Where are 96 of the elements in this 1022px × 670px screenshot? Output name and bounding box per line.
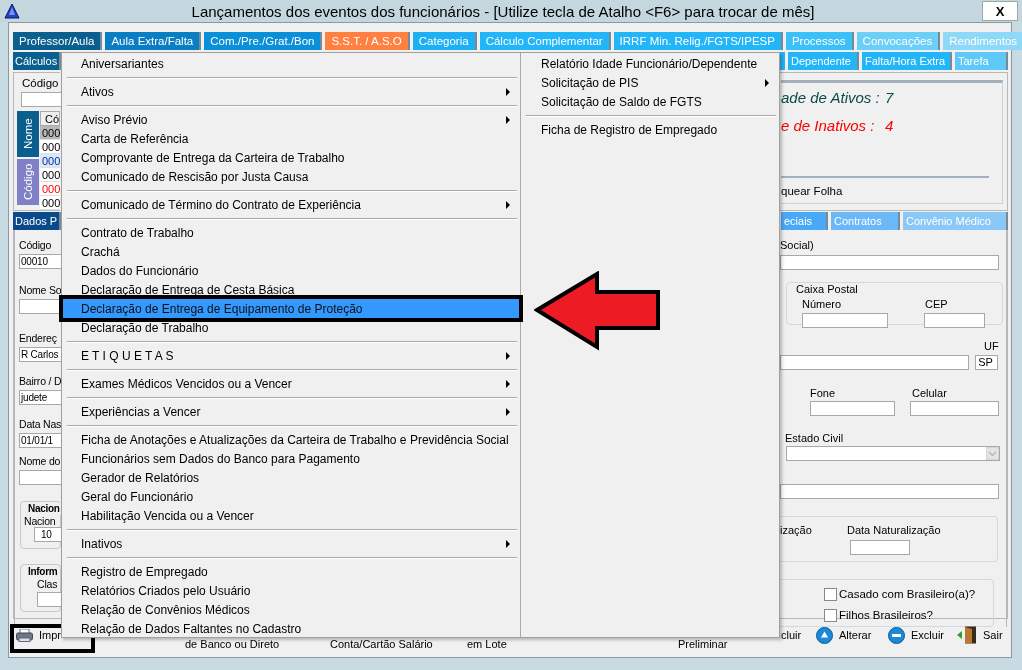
table-cell[interactable]: 000 <box>40 140 61 154</box>
field-label: Clas <box>37 578 59 590</box>
menu-item[interactable]: Experiências a Vencer <box>63 402 519 421</box>
group-title: Caixa Postal <box>795 283 859 295</box>
field-label: Celular <box>912 387 948 399</box>
dropdown-field[interactable] <box>786 446 1000 461</box>
text-field[interactable] <box>780 484 999 499</box>
summary-count: 4 <box>885 117 894 135</box>
menu-item[interactable]: Aniversariantes <box>63 54 519 73</box>
field-label: Estado Civil <box>785 432 845 444</box>
vertical-tab[interactable]: Código <box>17 159 39 205</box>
tab[interactable]: Cálculos <box>13 52 61 70</box>
checkbox-label: Casado com Brasileiro(a)? <box>839 588 976 600</box>
column-header: Có <box>40 111 61 126</box>
field-label: ização <box>780 524 813 536</box>
text-field[interactable] <box>850 540 910 555</box>
toolbar-label: de Banco ou Direto <box>185 637 281 652</box>
menu-item[interactable]: Relação de Convênios Médicos <box>63 600 519 619</box>
field-label: CEP <box>925 298 949 310</box>
toolbar-button[interactable]: Impr <box>16 626 63 644</box>
text-field[interactable] <box>910 401 999 416</box>
toolbar-label: cluir <box>781 628 803 643</box>
toolbar-button[interactable]: Excluir <box>888 626 946 644</box>
tab[interactable]: Professor/Aula <box>13 32 103 50</box>
text-field[interactable] <box>810 401 895 416</box>
text-field[interactable] <box>802 313 888 328</box>
option-label[interactable]: quear Folha <box>781 185 1002 197</box>
menu-item[interactable]: Registro de Empregado <box>63 562 519 581</box>
field-label: Código <box>19 239 53 251</box>
field-label: Endereç <box>19 332 58 344</box>
group-title: Inform <box>27 566 59 578</box>
field-label: Nome do <box>19 455 61 467</box>
vertical-tab[interactable]: Nome <box>17 111 39 157</box>
menu-item[interactable]: Declaração de Entrega de Cesta Básica <box>63 280 519 299</box>
menu-item[interactable]: Solicitação de Saldo de FGTS <box>522 92 778 111</box>
toolbar-label: Conta/Cartão Salário <box>330 637 434 652</box>
dropdown-arrow-icon <box>986 447 999 460</box>
field-label: Nacion <box>24 515 57 527</box>
tab[interactable]: Aula Extra/Falta <box>105 32 202 50</box>
minus-icon <box>888 626 905 644</box>
summary-count: 7 <box>885 89 894 107</box>
close-button[interactable]: X <box>982 1 1018 21</box>
field-label: Código <box>22 77 60 90</box>
menu-item[interactable]: Relatórios Criados pelo Usuário <box>63 581 519 600</box>
field-label: Bairro / D <box>19 375 61 387</box>
toolbar-button[interactable]: Sair <box>957 626 1005 644</box>
menu-item[interactable]: Relatório Idade Funcionário/Dependente <box>522 54 778 73</box>
menu-item[interactable]: Exames Médicos Vencidos ou a Vencer <box>63 374 519 393</box>
checkbox[interactable] <box>824 587 837 601</box>
field-label: Número <box>802 298 843 310</box>
menu-item[interactable]: Comunicado de Término do Contrato de Experiência <box>63 195 519 214</box>
field-label: Fone <box>810 387 837 399</box>
table-cell[interactable]: 000 <box>40 168 61 182</box>
field-label: Data Naturalização <box>847 524 941 536</box>
menu-item[interactable]: Declaração de Trabalho <box>63 318 519 337</box>
app-logo-icon <box>4 3 20 19</box>
tab[interactable]: Dados P <box>13 212 61 230</box>
toolbar-label: Preliminar <box>678 637 729 652</box>
field-label: Nome So <box>19 284 61 296</box>
toolbar-label: em Lote <box>467 637 508 652</box>
field-label: Social) <box>780 239 815 251</box>
menu-item[interactable]: Comunicado de Rescisão por Justa Causa <box>63 167 519 186</box>
text-field[interactable] <box>924 313 985 328</box>
menu-item[interactable]: Contrato de Trabalho <box>63 223 519 242</box>
text-field[interactable]: SP <box>975 355 998 370</box>
menu-item[interactable]: Comprovante de Entrega da Carteira de Trabalho <box>63 148 519 167</box>
arrow-icon <box>534 271 662 351</box>
menu-item[interactable]: Carta de Referência <box>63 129 519 148</box>
table-cell[interactable]: 000 <box>40 182 61 196</box>
checkbox[interactable] <box>824 608 837 622</box>
table-cell[interactable]: 000 <box>40 196 61 210</box>
tab-edge <box>780 52 785 70</box>
table-cell[interactable]: 000 <box>40 154 61 168</box>
menu-item[interactable]: Relação de Dados Faltantes no Cadastro <box>63 619 519 638</box>
menu-item[interactable]: Aviso Prévio <box>63 110 519 129</box>
menu-item[interactable]: Gerador de Relatórios <box>63 468 519 487</box>
menu-item[interactable]: Ficha de Registro de Empregado <box>522 120 778 139</box>
window-title: Lançamentos dos eventos dos funcionários - [Utilize tecla de Atalho <F6> para trocar de mês] <box>190 2 816 20</box>
text-field[interactable] <box>780 255 999 270</box>
menu-item[interactable]: Funcionários sem Dados do Banco para Pagamento <box>63 449 519 468</box>
tab[interactable]: Com./Pre./Grat./Bon <box>204 32 323 50</box>
menu-item[interactable]: Solicitação de PIS <box>522 73 778 92</box>
checkbox-label: Filhos Brasileiros? <box>839 609 933 621</box>
toolbar-button[interactable]: Alterar <box>816 626 874 644</box>
door-icon <box>957 626 977 644</box>
menu-item[interactable]: Geral do Funcionário <box>63 487 519 506</box>
group-title: Nacion <box>27 503 61 515</box>
menu-item[interactable]: Habilitação Vencida ou a Vencer <box>63 506 519 525</box>
table-cell[interactable]: 000 <box>40 126 61 140</box>
field-label: Data Nas <box>19 418 61 430</box>
summary-label: ade de Ativos : <box>781 89 881 107</box>
text-field[interactable] <box>780 355 970 370</box>
field-label: UF <box>984 340 998 352</box>
summary-label: e de Inativos : <box>781 117 876 135</box>
printer-icon <box>16 628 33 642</box>
menu-item[interactable]: Ativos <box>63 82 519 101</box>
